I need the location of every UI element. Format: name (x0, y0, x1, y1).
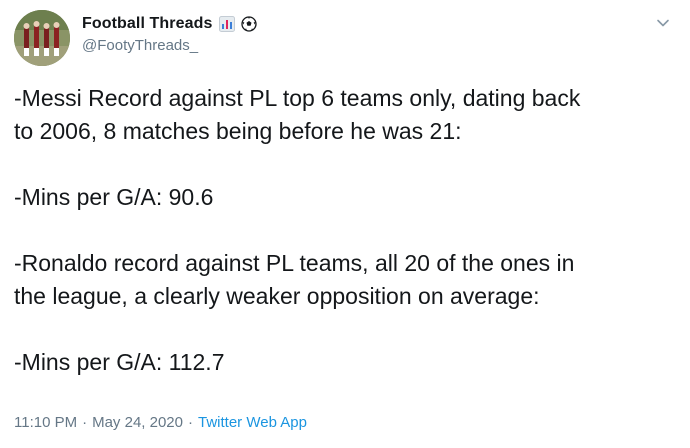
meta-separator: · (188, 414, 193, 431)
user-name-block[interactable]: Football Threads @FootyThreads_ (82, 13, 257, 57)
bar-chart-icon (218, 16, 235, 32)
tweet-text: -Messi Record against PL top 6 teams onl… (14, 82, 664, 379)
chevron-down-icon[interactable] (656, 16, 670, 30)
display-name-row: Football Threads (82, 13, 257, 35)
soccer-ball-icon (240, 16, 257, 32)
avatar[interactable] (14, 10, 70, 66)
tweet-date[interactable]: May 24, 2020 (92, 414, 183, 431)
user-handle[interactable]: @FootyThreads_ (82, 37, 257, 54)
tweet-time[interactable]: 11:10 PM (14, 414, 77, 431)
tweet-source-link[interactable]: Twitter Web App (198, 414, 307, 431)
meta-separator: · (82, 414, 88, 431)
tweet-paragraph: -Messi Record against PL top 6 teams onl… (14, 85, 581, 144)
display-name[interactable]: Football Threads (82, 15, 213, 33)
tweet-card: Football Threads @FootyThreads_ -Messi R… (0, 0, 690, 448)
tweet-paragraph: -Mins per G/A: 90.6 (14, 184, 214, 210)
tweet-paragraph: -Ronaldo record against PL teams, all 20… (14, 250, 575, 309)
tweet-paragraph: -Mins per G/A: 112.7 (14, 349, 225, 375)
tweet-meta: 11:10 PM · May 24, 2020 · Twitter Web Ap… (14, 414, 307, 431)
